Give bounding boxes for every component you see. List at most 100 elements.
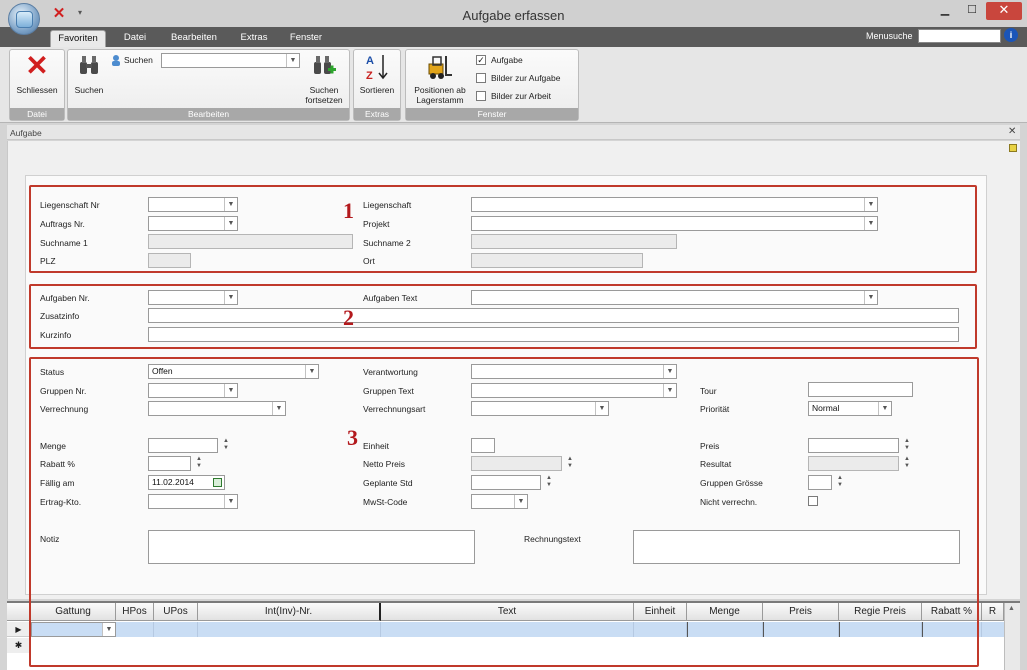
gruppen-groesse-stepper-icon[interactable]: ▲ ▼	[835, 475, 845, 490]
chevron-down-icon[interactable]: ▼	[595, 402, 608, 415]
grid-header-text[interactable]: Text	[381, 603, 634, 621]
tab-datei[interactable]: Datei	[115, 30, 155, 47]
prioritaet-combo[interactable]: Normal ▼	[808, 401, 892, 416]
checkbox-bilder-arbeit-box[interactable]	[476, 91, 486, 101]
checkbox-bilder-aufgabe-box[interactable]	[476, 73, 486, 83]
einheit-field[interactable]	[471, 438, 495, 453]
preis-stepper-icon[interactable]: ▲ ▼	[902, 438, 912, 453]
chevron-down-icon[interactable]: ▼	[663, 365, 676, 378]
grid-header-hpos[interactable]: HPos	[116, 603, 154, 621]
chevron-down-icon[interactable]: ▼	[663, 384, 676, 397]
faellig-am-datepicker[interactable]: 11.02.2014	[148, 475, 225, 490]
schliessen-button[interactable]: ✕ Schliessen	[10, 52, 64, 102]
document-close-icon[interactable]: ✕	[1008, 126, 1016, 137]
grid-header-einheit[interactable]: Einheit	[634, 603, 687, 621]
grid-cell-upos[interactable]	[154, 622, 198, 637]
sortieren-label: Sortieren	[359, 85, 395, 95]
tab-fenster[interactable]: Fenster	[283, 30, 329, 47]
grid-cell-preis[interactable]	[763, 622, 839, 637]
suchen-combobox[interactable]: ▼	[161, 53, 300, 68]
tab-extras[interactable]: Extras	[234, 30, 274, 47]
maximize-button[interactable]: ☐	[959, 2, 985, 20]
chevron-down-icon[interactable]: ▼	[224, 384, 237, 397]
rechnungstext-textarea[interactable]	[633, 530, 960, 564]
binoculars-icon	[78, 54, 100, 76]
resultat-stepper-icon[interactable]: ▲ ▼	[902, 456, 912, 471]
grid-cell-einheit[interactable]	[634, 622, 687, 637]
app-menu-orb-icon[interactable]	[8, 3, 40, 35]
scroll-up-icon[interactable]: ▲	[1008, 605, 1015, 612]
grid-cell-menge[interactable]	[687, 622, 763, 637]
grid-cell-regie-preis[interactable]	[839, 622, 922, 637]
sortieren-button[interactable]: AZ Sortieren	[354, 52, 400, 102]
row-selector-icon[interactable]: ▶	[7, 622, 31, 637]
chevron-down-icon[interactable]: ▼	[305, 365, 318, 378]
chevron-down-icon[interactable]: ▼	[224, 495, 237, 508]
ertrag-kto-combo[interactable]: ▼	[148, 494, 238, 509]
positionen-label-1: Positionen ab	[414, 85, 466, 95]
status-combo[interactable]: Offen ▼	[148, 364, 319, 379]
grid-cell-text[interactable]	[381, 622, 634, 637]
resultat-field[interactable]	[808, 456, 899, 471]
menge-field[interactable]	[148, 438, 218, 453]
checkbox-bilder-zur-arbeit[interactable]: Bilder zur Arbeit	[476, 91, 576, 103]
rabatt-field[interactable]	[148, 456, 191, 471]
grid-corner	[7, 603, 31, 621]
grid-header-menge[interactable]: Menge	[687, 603, 763, 621]
grid-header-rabatt[interactable]: Rabatt %	[922, 603, 982, 621]
help-info-icon[interactable]: i	[1004, 28, 1018, 42]
chevron-down-icon[interactable]: ▼	[102, 623, 115, 636]
menge-stepper-icon[interactable]: ▲ ▼	[221, 438, 231, 453]
checkbox-aufgabe-box[interactable]: ✓	[476, 55, 486, 65]
grid-header-gattung[interactable]: Gattung	[31, 603, 116, 621]
label-tour: Tour	[700, 386, 717, 396]
minimize-button[interactable]: ▁	[932, 2, 958, 20]
chevron-down-icon[interactable]: ▼	[878, 402, 891, 415]
chevron-down-icon[interactable]: ▼	[272, 402, 285, 415]
tab-bearbeiten[interactable]: Bearbeiten	[164, 30, 224, 47]
grid-vertical-scrollbar[interactable]: ▲	[1004, 603, 1020, 670]
geplante-std-stepper-icon[interactable]: ▲ ▼	[544, 475, 554, 490]
gruppen-nr-combo[interactable]: ▼	[148, 383, 238, 398]
checkbox-bilder-zur-aufgabe[interactable]: Bilder zur Aufgabe	[476, 73, 576, 85]
grid-cell-int-inv-nr[interactable]	[198, 622, 381, 637]
netto-preis-field[interactable]	[471, 456, 562, 471]
chevron-down-icon[interactable]: ▼	[514, 495, 527, 508]
mwst-code-combo[interactable]: ▼	[471, 494, 528, 509]
verantwortung-combo[interactable]: ▼	[471, 364, 677, 379]
schliessen-x-icon: ✕	[25, 50, 49, 81]
group-label-fenster: Fenster	[406, 108, 578, 120]
grid-cell-rabatt[interactable]	[922, 622, 982, 637]
group-label-extras: Extras	[354, 108, 400, 120]
grid-header-upos[interactable]: UPos	[154, 603, 198, 621]
tour-field[interactable]	[808, 382, 913, 397]
notiz-textarea[interactable]	[148, 530, 475, 564]
grid-header-preis[interactable]: Preis	[763, 603, 839, 621]
geplante-std-field[interactable]	[471, 475, 541, 490]
chevron-down-icon[interactable]: ▼	[286, 54, 299, 67]
gattung-cell-combo[interactable]: ▼	[31, 622, 116, 637]
grid-header-int-inv-nr[interactable]: Int(Inv)-Nr.	[198, 603, 381, 621]
gruppen-text-combo[interactable]: ▼	[471, 383, 677, 398]
calendar-icon[interactable]	[213, 478, 222, 487]
label-resultat: Resultat	[700, 459, 732, 469]
grid-header-r[interactable]: R	[982, 603, 1004, 621]
preis-field[interactable]	[808, 438, 899, 453]
menusuche-input[interactable]	[918, 29, 1001, 43]
verrechnung-combo[interactable]: ▼	[148, 401, 286, 416]
rabatt-stepper-icon[interactable]: ▲ ▼	[194, 456, 204, 471]
suchen-button[interactable]: Suchen	[70, 52, 108, 102]
grid-cell-hpos[interactable]	[116, 622, 154, 637]
verrechnungsart-combo[interactable]: ▼	[471, 401, 609, 416]
resize-handle-icon[interactable]	[1009, 144, 1017, 152]
positionen-ab-lagerstamm-button[interactable]: Positionen ab Lagerstamm	[407, 52, 473, 108]
nicht-verrechn-checkbox[interactable]	[808, 496, 818, 506]
gruppen-groesse-field[interactable]	[808, 475, 832, 490]
netto-preis-stepper-icon[interactable]: ▲ ▼	[565, 456, 575, 471]
suchen-fortsetzen-button[interactable]: Suchen fortsetzen	[300, 52, 348, 108]
new-row-marker-icon[interactable]: ✱	[7, 638, 31, 653]
grid-header-regie-preis[interactable]: Regie Preis	[839, 603, 922, 621]
checkbox-aufgabe[interactable]: ✓ Aufgabe	[476, 55, 576, 67]
close-window-button[interactable]: ✕	[986, 2, 1022, 20]
tab-favoriten[interactable]: Favoriten	[50, 30, 106, 47]
